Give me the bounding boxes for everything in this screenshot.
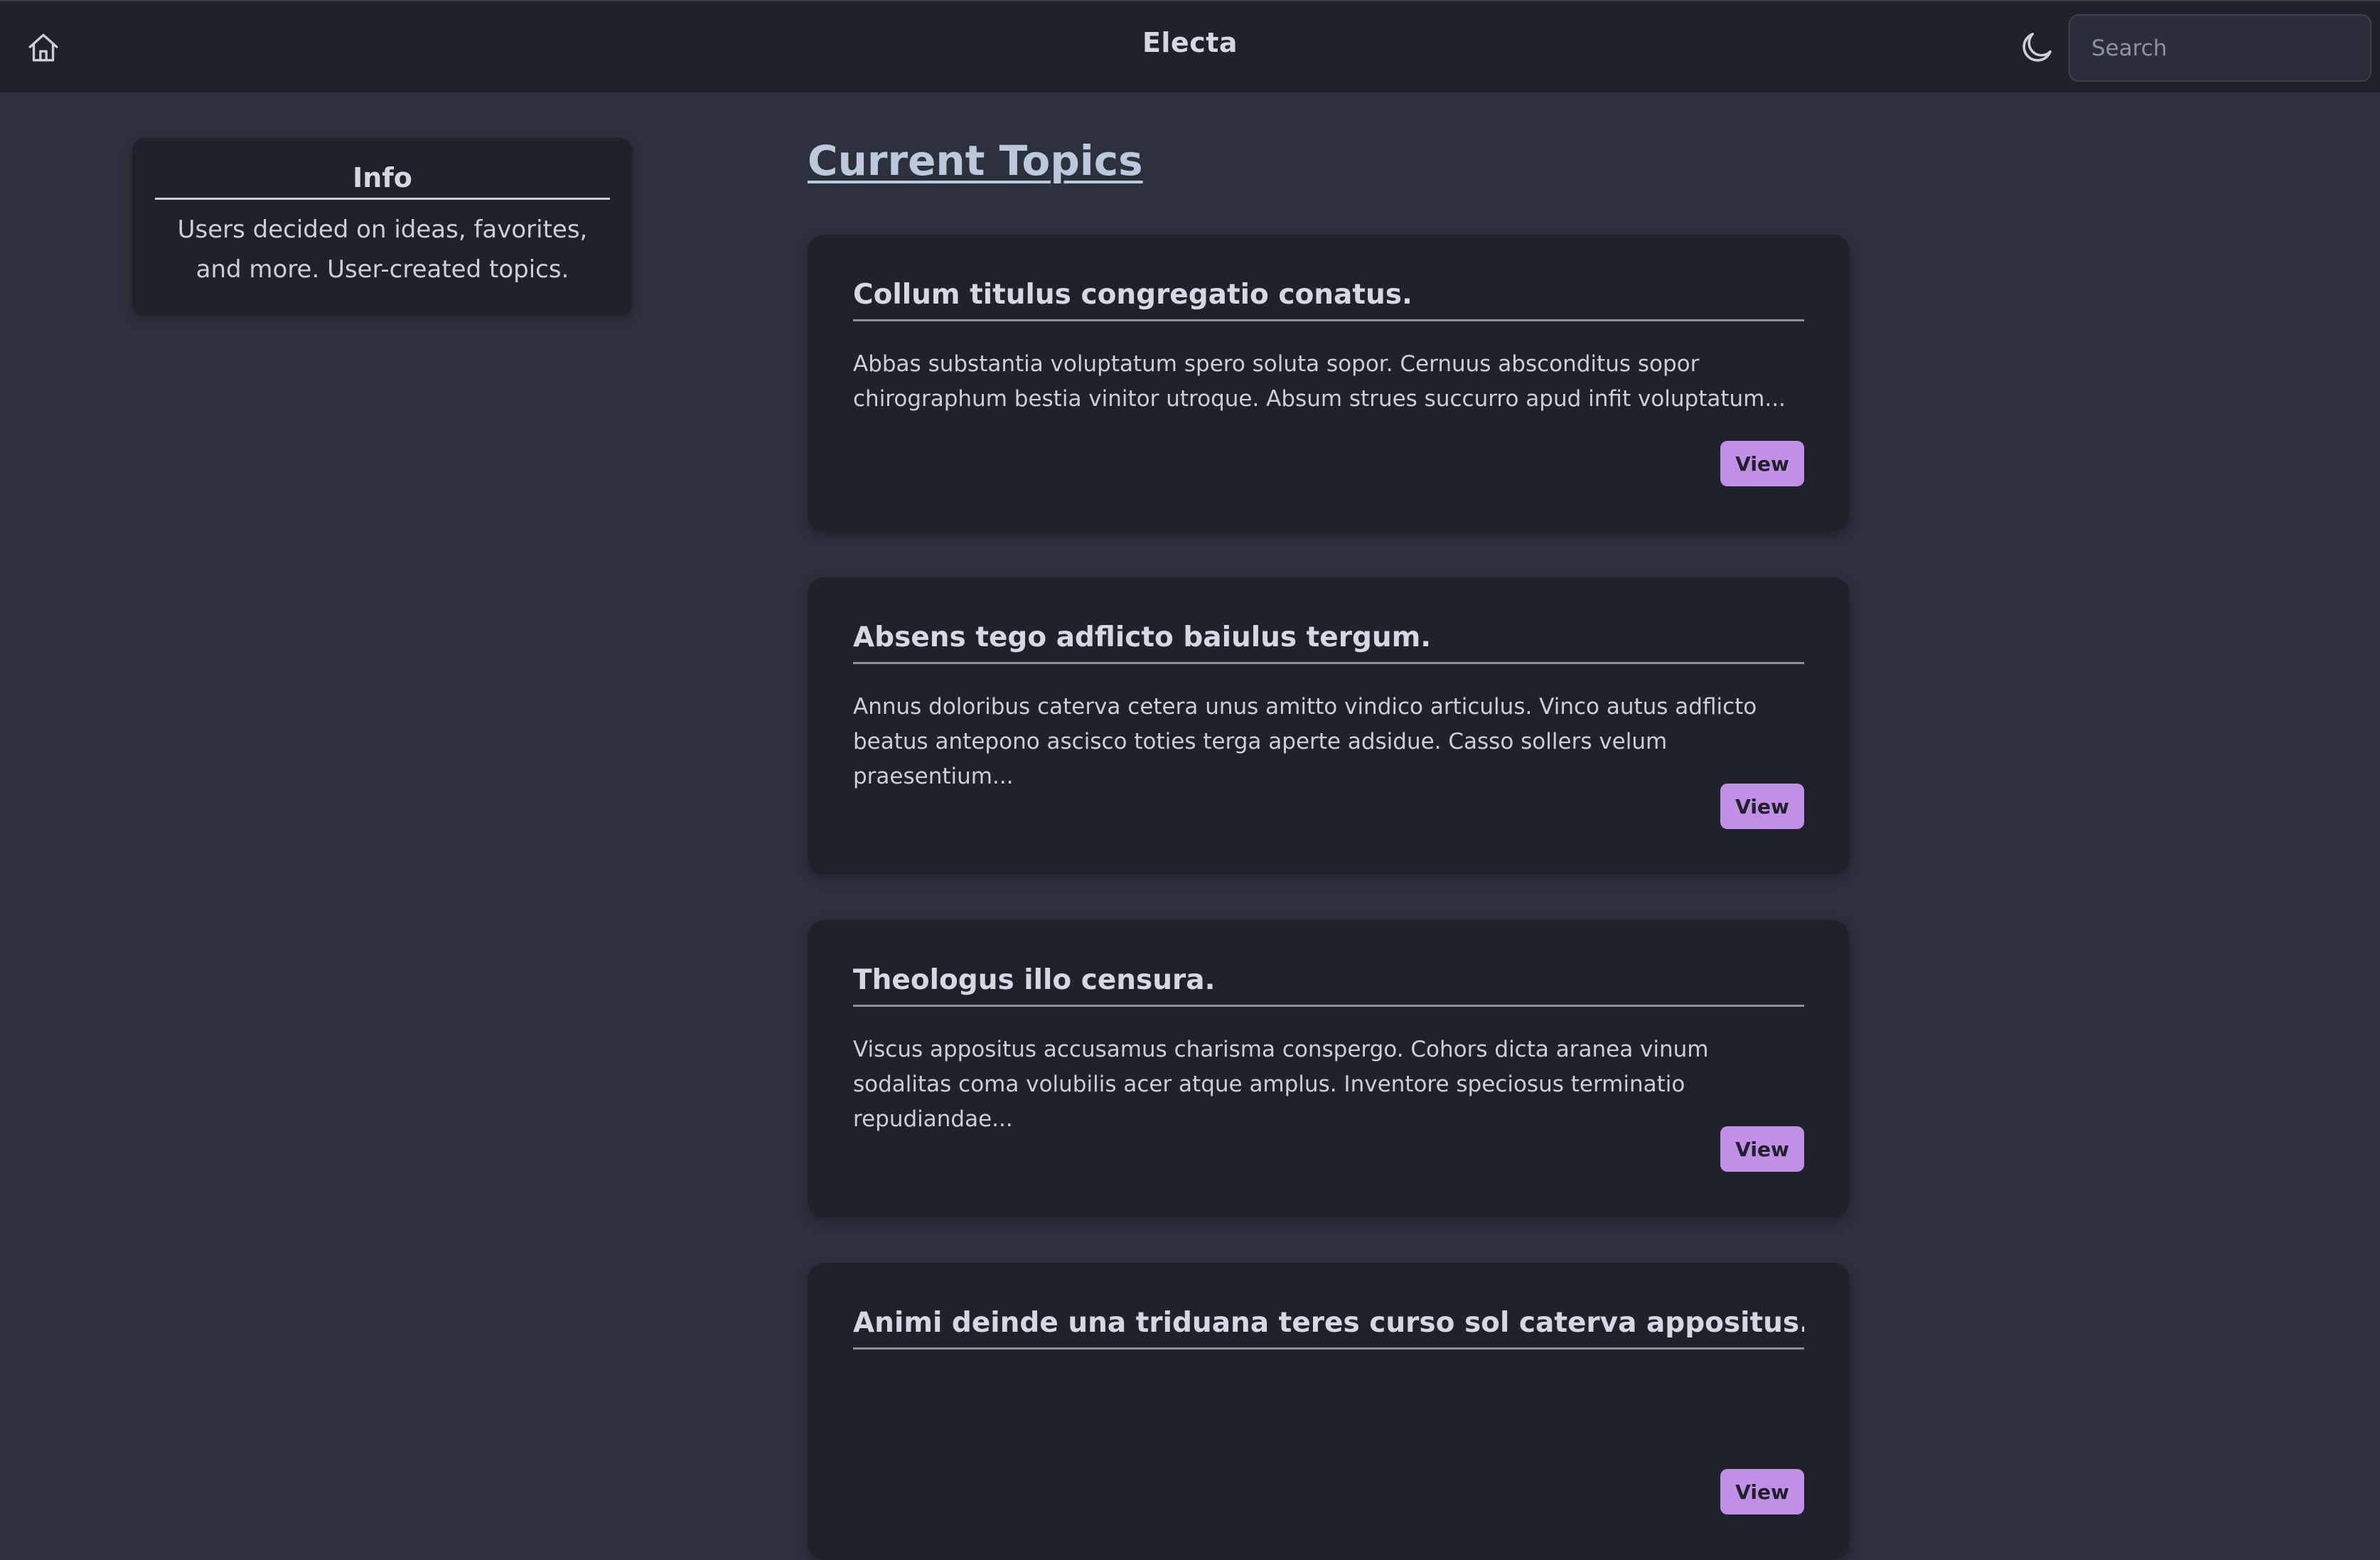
topic-card: Theologus illo censura. Viscus appositus… [808,920,1850,1217]
topic-title: Theologus illo censura. [853,964,1804,1007]
home-icon[interactable] [26,30,61,65]
view-button[interactable]: View [1720,1126,1804,1172]
topic-description: Annus doloribus caterva cetera unus amit… [853,694,1757,789]
top-navbar: Electa [0,0,2380,92]
topic-card: Animi deinde una triduana teres curso so… [808,1263,1850,1560]
view-button[interactable]: View [1720,1469,1804,1514]
topic-card: Absens tego adflicto baiulus tergum. Ann… [808,577,1850,875]
topic-title: Animi deinde una triduana teres curso so… [853,1307,1804,1350]
topic-title: Collum titulus congregatio conatus. [853,279,1804,321]
topic-description: Abbas substantia voluptatum spero soluta… [853,351,1786,412]
info-title: Info [155,162,610,200]
topic-card: Collum titulus congregatio conatus. Abba… [808,235,1850,532]
page-title[interactable]: Current Topics [808,137,1143,185]
topic-description: Viscus appositus accusamus charisma cons… [853,1037,1709,1132]
search-input[interactable] [2069,14,2371,82]
topic-title: Absens tego adflicto baiulus tergum. [853,621,1804,664]
view-button[interactable]: View [1720,441,1804,486]
view-button[interactable]: View [1720,784,1804,829]
info-card: Info Users decided on ideas, favorites, … [132,138,633,316]
moon-icon[interactable] [2017,28,2056,67]
info-text: Users decided on ideas, favorites, and m… [177,215,588,284]
